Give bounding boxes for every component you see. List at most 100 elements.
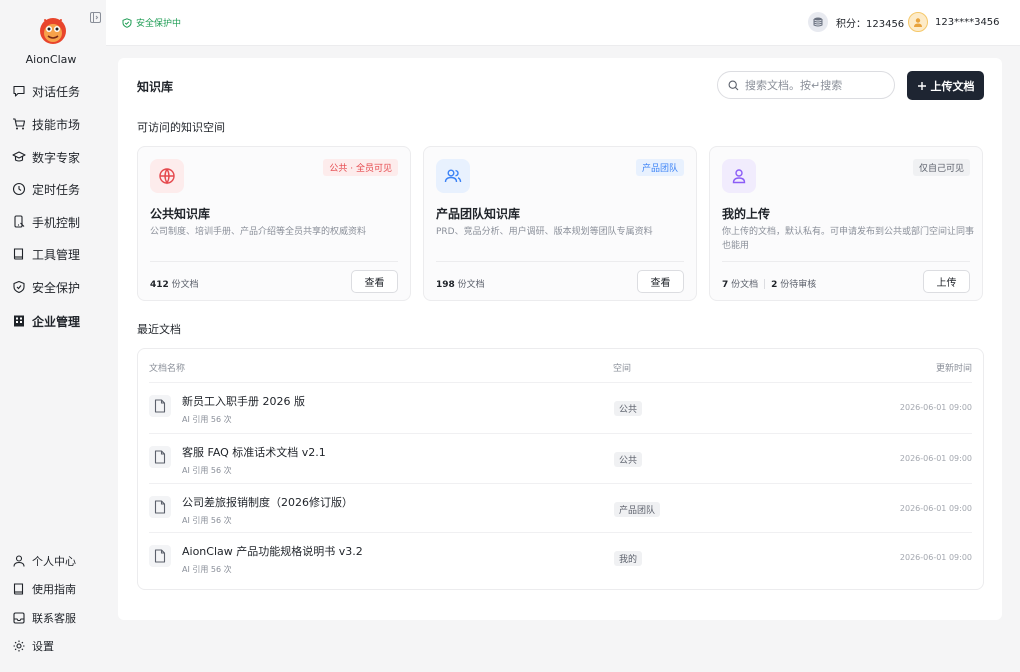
- security-status-text: 安全保护中: [136, 19, 182, 29]
- document-icon: [149, 496, 171, 518]
- space-card-product-team[interactable]: 产品团队 产品团队知识库 PRD、竞品分析、用户调研、版本规划等团队专属资料 1…: [423, 146, 697, 301]
- ai-citation-count: AI 引用 56 次: [182, 516, 232, 525]
- globe-icon: [150, 159, 184, 193]
- document-name[interactable]: 公司差旅报销制度（2026修订版）: [182, 494, 353, 510]
- gear-icon: [13, 640, 25, 652]
- sidebar-item-label: 企业管理: [32, 314, 81, 329]
- coins-icon: [808, 12, 828, 32]
- updated-time: 2026-06-01 09:00: [899, 504, 972, 513]
- count-label: 份文档: [457, 280, 485, 290]
- count-label: 份文档: [731, 280, 759, 290]
- ai-citation-count: AI 引用 56 次: [182, 415, 232, 424]
- column-header-space: 空间: [613, 364, 632, 374]
- document-name[interactable]: AionClaw 产品功能规格说明书 v3.2: [182, 543, 363, 559]
- space-tag: 产品团队: [614, 502, 661, 517]
- clock-icon: [12, 182, 26, 196]
- sidebar-item-tool-management[interactable]: 工具管理: [12, 243, 104, 265]
- sidebar-item-label: 技能市场: [32, 117, 81, 132]
- table-row[interactable]: 客服 FAQ 标准话术文档 v2.1 AI 引用 56 次 公共 2026-06…: [149, 433, 972, 483]
- upload-button-label: 上传文档: [930, 79, 975, 93]
- space-title: 产品团队知识库: [436, 207, 521, 221]
- space-card-my-uploads[interactable]: 仅自己可见 我的上传 你上传的文档，默认私有。可申请发布到公共或部门空间让同事也…: [709, 146, 983, 301]
- phone-icon: [14, 215, 25, 228]
- divider: [436, 261, 684, 262]
- divider: [764, 278, 766, 289]
- sidebar-item-label: 定时任务: [32, 182, 81, 197]
- sidebar-item-label: 工具管理: [32, 247, 81, 262]
- space-description: 公司制度、培训手册、产品介绍等全员共享的权威资料: [150, 227, 367, 237]
- inbox-icon: [13, 612, 25, 624]
- user-menu[interactable]: 123****3456: [908, 12, 1000, 32]
- pending-count-value: 2: [771, 280, 778, 290]
- space-title: 我的上传: [722, 207, 771, 221]
- sidebar-item-chat-tasks[interactable]: 对话任务: [12, 80, 104, 102]
- sidebar-item-profile[interactable]: 个人中心: [12, 550, 104, 572]
- chat-icon: [13, 85, 25, 97]
- sidebar-item-guide[interactable]: 使用指南: [12, 578, 104, 600]
- sidebar-item-enterprise-management[interactable]: 企业管理: [12, 310, 104, 332]
- space-tag: 公共: [614, 452, 643, 467]
- sidebar-item-label: 个人中心: [32, 555, 76, 568]
- users-icon: [436, 159, 470, 193]
- plus-icon: [917, 81, 926, 90]
- document-icon: [149, 395, 171, 417]
- points-text: 积分：123456: [836, 18, 905, 30]
- sidebar-item-settings[interactable]: 设置: [12, 635, 104, 657]
- space-description: PRD、竞品分析、用户调研、版本规划等团队专属资料: [436, 227, 653, 237]
- upload-document-button[interactable]: 上传文档: [907, 71, 984, 100]
- table-row[interactable]: 公司差旅报销制度（2026修订版） AI 引用 56 次 产品团队 2026-0…: [149, 483, 972, 533]
- count-label: 份文档: [171, 280, 199, 290]
- view-button[interactable]: 查看: [637, 270, 684, 293]
- divider: [150, 261, 398, 262]
- space-card-public[interactable]: 公共 · 全员可见 公共知识库 公司制度、培训手册、产品介绍等全员共享的权威资料…: [137, 146, 411, 301]
- book-icon: [13, 248, 24, 260]
- graduation-cap-icon: [12, 151, 26, 162]
- table-row[interactable]: 新员工入职手册 2026 版 AI 引用 56 次 公共 2026-06-01 …: [149, 382, 972, 432]
- sidebar-item-digital-expert[interactable]: 数字专家: [12, 146, 104, 168]
- count-value: 7: [722, 280, 729, 290]
- shield-check-icon: [122, 17, 132, 28]
- sidebar-item-skill-market[interactable]: 技能市场: [12, 113, 104, 135]
- document-name[interactable]: 客服 FAQ 标准话术文档 v2.1: [182, 444, 326, 460]
- table-row[interactable]: AionClaw 产品功能规格说明书 v3.2 AI 引用 56 次 我的 20…: [149, 532, 972, 582]
- space-description: 你上传的文档，默认私有。可申请发布到公共或部门空间让同事也能用: [722, 227, 975, 251]
- sidebar-item-scheduled-tasks[interactable]: 定时任务: [12, 178, 104, 200]
- space-tag: 公共: [614, 401, 643, 416]
- user-phone: 123****3456: [935, 16, 1000, 28]
- avatar: [908, 12, 928, 32]
- document-name[interactable]: 新员工入职手册 2026 版: [182, 393, 305, 409]
- page-title: 知识库: [137, 80, 174, 94]
- recent-documents-table: 文档名称 空间 更新时间 新员工入职手册 2026 版 AI 引用 56 次 公…: [137, 348, 984, 590]
- sidebar-item-support[interactable]: 联系客服: [12, 607, 104, 629]
- sidebar-item-label: 使用指南: [32, 583, 76, 596]
- document-count: 198 份文档: [436, 277, 485, 290]
- app-name: AionClaw: [25, 53, 77, 66]
- app-logo: [36, 12, 70, 46]
- upload-button[interactable]: 上传: [923, 270, 970, 293]
- view-button[interactable]: 查看: [351, 270, 398, 293]
- sidebar: AionClaw 对话任务 技能市场 数字专家 定时任务 手机控制 工具管理 安…: [0, 0, 106, 672]
- search-box[interactable]: [717, 71, 895, 99]
- sidebar-item-label: 联系客服: [32, 612, 76, 625]
- sidebar-item-phone-control[interactable]: 手机控制: [12, 211, 104, 233]
- sidebar-item-security[interactable]: 安全保护: [12, 276, 104, 298]
- updated-time: 2026-06-01 09:00: [899, 403, 972, 412]
- divider: [722, 261, 970, 262]
- visibility-badge: 仅自己可见: [912, 159, 970, 176]
- ai-citation-count: AI 引用 56 次: [182, 565, 232, 574]
- visibility-badge: 公共 · 全员可见: [323, 159, 398, 176]
- count-value: 198: [436, 280, 455, 290]
- top-header: 安全保护中 积分：123456 123****3456: [106, 0, 1020, 46]
- building-icon: [14, 315, 24, 327]
- search-icon: [728, 80, 739, 90]
- points-display[interactable]: 积分：123456: [808, 12, 904, 32]
- visibility-badge: 产品团队: [635, 159, 684, 176]
- security-status: 安全保护中: [122, 16, 181, 29]
- divider: [149, 433, 972, 434]
- document-icon: [149, 446, 171, 468]
- search-input[interactable]: [745, 78, 885, 92]
- book-icon: [13, 583, 24, 595]
- column-header-name: 文档名称: [149, 364, 186, 374]
- collapse-sidebar-icon[interactable]: [90, 12, 101, 23]
- divider: [149, 532, 972, 533]
